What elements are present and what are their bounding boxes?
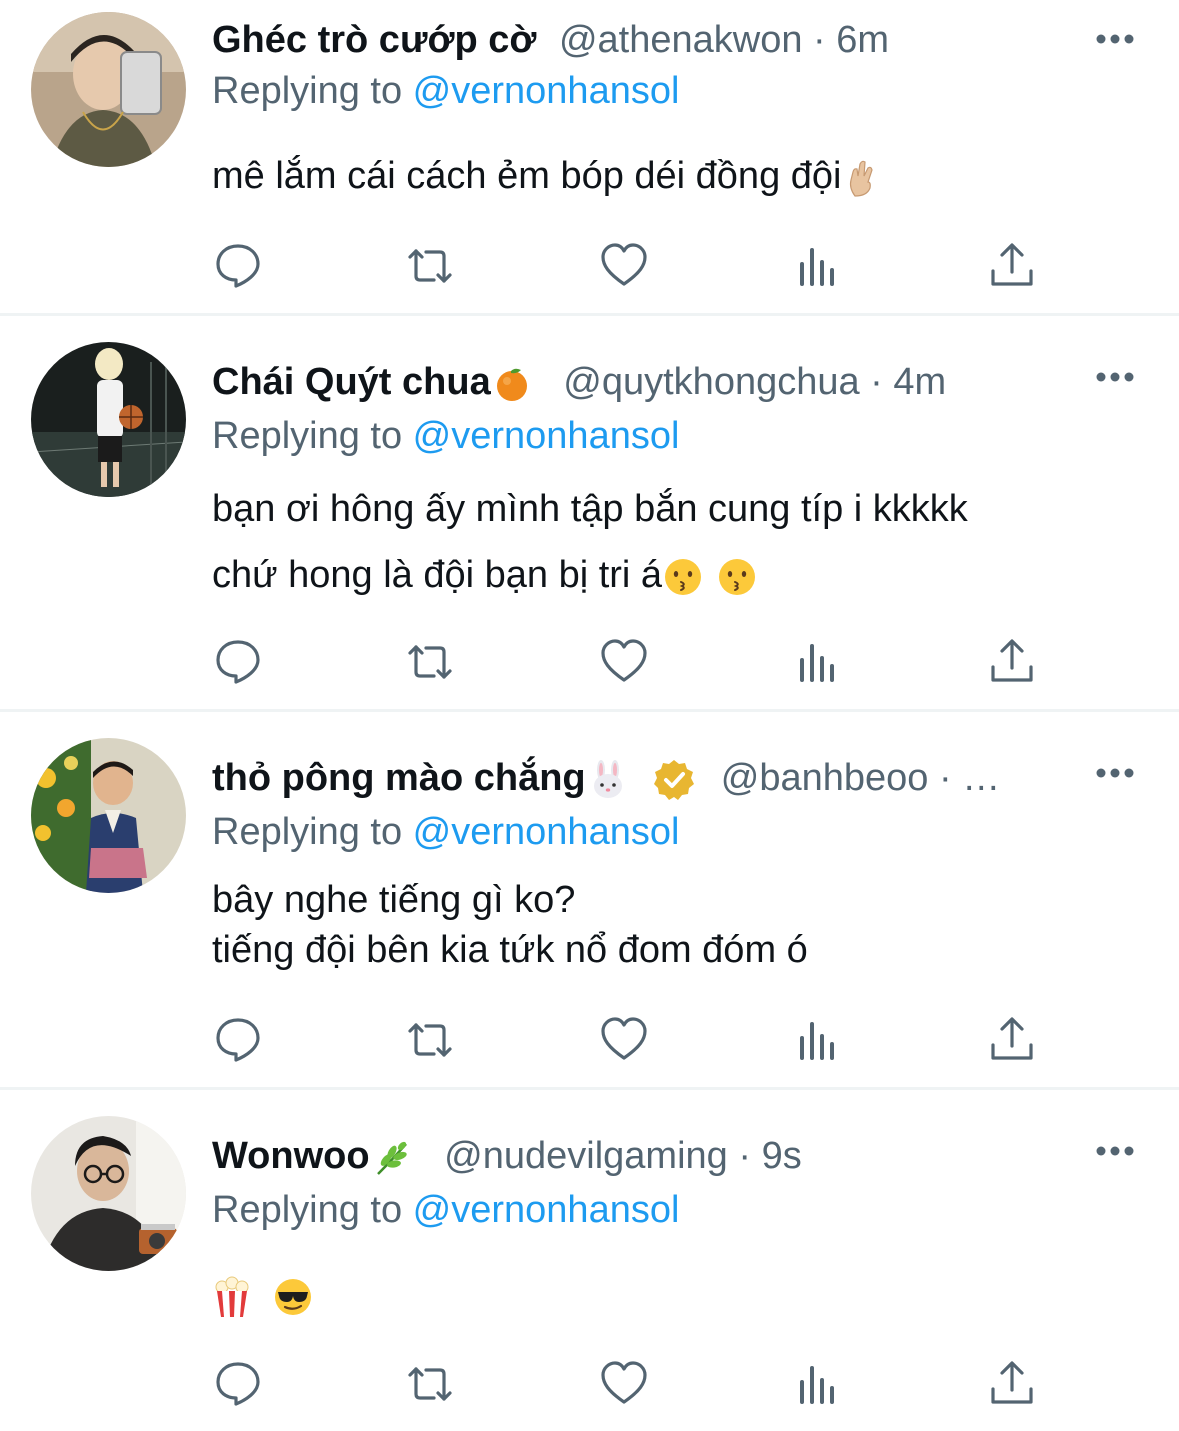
action-bar [0, 1014, 1179, 1066]
text-line: tiếng đội bên kia tứk nổ đom đóm ó [212, 929, 808, 971]
share-upload-icon[interactable] [986, 1014, 1038, 1066]
mention-link[interactable]: @vernonhansol [413, 70, 680, 112]
mention-link[interactable]: @vernonhansol [413, 811, 680, 853]
reply-tweet[interactable]: Ghéc trò cướp cờ @athenakwon · 6m Replyi… [0, 0, 1179, 316]
reply-header: thỏ pông mào chắng @banhbeoo · … [212, 752, 1064, 804]
crossed-fingers-emoji-icon [850, 160, 874, 197]
reply-tweet[interactable]: thỏ pông mào chắng @banhbeoo · … Replyin… [0, 712, 1179, 1090]
timestamp[interactable]: … [962, 757, 1000, 799]
timestamp[interactable]: 4m [893, 361, 946, 403]
text-line: chứ hong là đội bạn bị tri á [212, 542, 1119, 608]
action-bar [0, 636, 1179, 688]
replying-prefix: Replying to [212, 70, 413, 112]
display-name[interactable]: Ghéc trò cướp cờ [212, 19, 536, 61]
bar-chart-icon[interactable] [792, 636, 844, 688]
user-handle[interactable]: @quytkhongchua [563, 361, 859, 403]
reply-header: Ghéc trò cướp cờ @athenakwon · 6m [212, 14, 1064, 66]
separator: · [802, 19, 837, 61]
popcorn-emoji-icon [215, 1276, 249, 1317]
avatar[interactable] [31, 738, 186, 893]
more-horizontal-icon[interactable] [1095, 766, 1135, 780]
reply-text: mê lắm cái cách ẻm bóp déi đồng đội [212, 150, 1119, 202]
reply-tweet[interactable]: Chái Quýt chua @quytkhongchua · 4m Reply… [0, 316, 1179, 712]
retweet-icon[interactable] [404, 1358, 456, 1410]
bar-chart-icon[interactable] [792, 1358, 844, 1410]
replying-prefix: Replying to [212, 415, 413, 457]
verified-badge-icon[interactable] [652, 758, 696, 802]
separator: · [928, 757, 963, 799]
avatar[interactable] [31, 342, 186, 497]
replying-to: Replying to @vernonhansol [212, 65, 679, 117]
reply-text [212, 1270, 1119, 1320]
timestamp[interactable]: 6m [836, 19, 889, 61]
heart-outline-icon[interactable] [598, 1014, 650, 1066]
retweet-icon[interactable] [404, 240, 456, 292]
retweet-icon[interactable] [404, 636, 456, 688]
replying-to: Replying to @vernonhansol [212, 1184, 679, 1236]
reply-icon[interactable] [212, 1358, 264, 1410]
mention-link[interactable]: @vernonhansol [413, 1189, 680, 1231]
text-line: mê lắm cái cách ẻm bóp déi đồng đội [212, 150, 1119, 202]
heart-outline-icon[interactable] [598, 1358, 650, 1410]
share-upload-icon[interactable] [986, 1358, 1038, 1410]
replying-to: Replying to @vernonhansol [212, 410, 679, 462]
more-horizontal-icon[interactable] [1095, 370, 1135, 384]
separator: · [859, 361, 894, 403]
retweet-icon[interactable] [404, 1014, 456, 1066]
text-line [212, 1270, 1119, 1320]
user-handle[interactable]: @banhbeoo [721, 757, 929, 799]
reply-header: Wonwoo @nudevilgaming · 9s [212, 1130, 1064, 1182]
action-bar [0, 240, 1179, 292]
replying-prefix: Replying to [212, 811, 413, 853]
reply-text: bạn ơi hông ấy mình tập bắn cung típ i k… [212, 476, 1119, 608]
avatar[interactable] [31, 12, 186, 167]
bar-chart-icon[interactable] [792, 1014, 844, 1066]
reply-icon[interactable] [212, 240, 264, 292]
reply-tweet[interactable]: Wonwoo @nudevilgaming · 9s Replying to @… [0, 1090, 1179, 1431]
kissing-face-emoji-icon [719, 558, 756, 595]
bar-chart-icon[interactable] [792, 240, 844, 292]
reply-header: Chái Quýt chua @quytkhongchua · 4m [212, 356, 1064, 408]
timestamp[interactable]: 9s [762, 1135, 802, 1177]
display-name[interactable]: Wonwoo [212, 1135, 370, 1177]
action-bar [0, 1358, 1179, 1410]
more-horizontal-icon[interactable] [1095, 1144, 1135, 1158]
share-upload-icon[interactable] [986, 240, 1038, 292]
more-horizontal-icon[interactable] [1095, 32, 1135, 46]
display-name[interactable]: Chái Quýt chua [212, 361, 491, 403]
replying-prefix: Replying to [212, 1189, 413, 1231]
herb-emoji-icon [376, 1141, 407, 1175]
reply-icon[interactable] [212, 636, 264, 688]
mention-link[interactable]: @vernonhansol [413, 415, 680, 457]
user-handle[interactable]: @athenakwon [559, 19, 803, 61]
replying-to: Replying to @vernonhansol [212, 806, 679, 858]
kissing-face-emoji-icon [665, 558, 702, 595]
rabbit-face-emoji-icon [593, 759, 622, 798]
display-name[interactable]: thỏ pông mào chắng [212, 757, 586, 799]
avatar[interactable] [31, 1116, 186, 1271]
share-upload-icon[interactable] [986, 636, 1038, 688]
heart-outline-icon[interactable] [598, 636, 650, 688]
user-handle[interactable]: @nudevilgaming [444, 1135, 728, 1177]
text-line: bây nghe tiếng gì ko? [212, 879, 576, 921]
text-line: bạn ơi hông ấy mình tập bắn cung típ i k… [212, 488, 968, 530]
sunglasses-face-emoji-icon [275, 1278, 311, 1315]
heart-outline-icon[interactable] [598, 240, 650, 292]
tangerine-emoji-icon [496, 368, 527, 401]
reply-icon[interactable] [212, 1014, 264, 1066]
separator: · [727, 1135, 762, 1177]
reply-text: bây nghe tiếng gì ko? tiếng đội bên kia … [212, 875, 1119, 975]
